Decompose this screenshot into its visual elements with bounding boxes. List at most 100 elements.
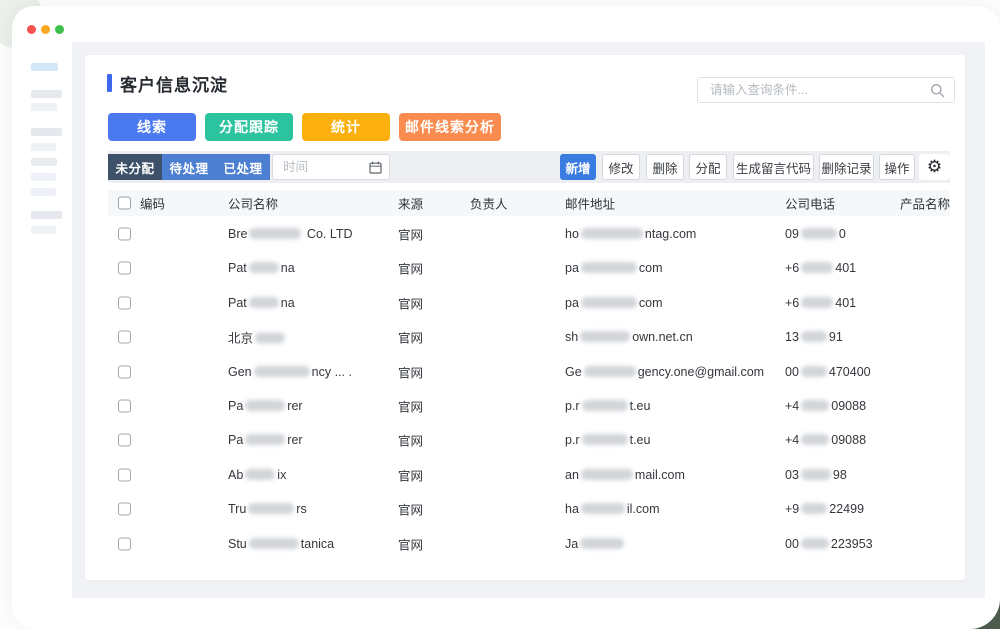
table-row: Abix 官网 anmail.com 0398	[108, 458, 950, 492]
redacted-blur	[245, 469, 275, 480]
redacted-blur	[245, 400, 285, 411]
redacted-blur	[249, 297, 279, 308]
filter-tab-3[interactable]: 已处理	[216, 154, 270, 180]
row-checkbox[interactable]	[118, 537, 131, 550]
column-header: 产品名称	[900, 194, 950, 213]
redacted-blur	[580, 538, 624, 549]
table-row: Trurs 官网 hail.com +922499	[108, 492, 950, 526]
action-button-1[interactable]: 新增	[560, 154, 596, 180]
redacted-blur	[255, 333, 285, 344]
cell-source: 官网	[398, 500, 423, 519]
cell-email: p.rt.eu	[565, 433, 650, 447]
sidebar-skeleton-bar	[31, 90, 62, 98]
search-input[interactable]	[698, 78, 954, 102]
cell-company: 北京	[228, 328, 287, 347]
column-header: 公司电话	[785, 194, 835, 213]
table-row: Bre Co. LTD官网hontag.com090	[108, 217, 950, 251]
cell-email: Ja	[565, 537, 626, 551]
action-button-2[interactable]: 修改	[602, 154, 640, 180]
sidebar-skeleton-bar	[31, 226, 56, 234]
cell-phone: +922499	[785, 502, 864, 516]
redacted-blur	[801, 262, 833, 273]
row-checkbox[interactable]	[118, 296, 131, 309]
row-checkbox[interactable]	[118, 365, 131, 378]
zoom-window-light[interactable]	[55, 25, 64, 34]
redacted-blur	[249, 228, 301, 239]
cell-company: Genncy ... .	[228, 365, 352, 379]
cell-company: Abix	[228, 468, 286, 482]
cell-email: anmail.com	[565, 468, 685, 482]
sidebar-skeleton-bar	[31, 143, 56, 151]
redacted-blur	[801, 400, 829, 411]
title-accent-bar	[107, 74, 112, 92]
redacted-blur	[248, 503, 294, 514]
column-header: 编码	[140, 194, 165, 213]
calendar-icon[interactable]	[369, 161, 382, 174]
redacted-blur	[254, 366, 310, 377]
nav-button-3[interactable]: 统计	[302, 113, 390, 141]
redacted-blur	[801, 366, 827, 377]
cell-email: Gegency.one@gmail.com	[565, 365, 764, 379]
cell-company: Stutanica	[228, 537, 334, 551]
row-checkbox[interactable]	[118, 503, 131, 516]
redacted-blur	[801, 331, 827, 342]
select-all-checkbox[interactable]	[118, 197, 131, 210]
table-row: Stutanica官网Ja00223953	[108, 527, 950, 561]
row-checkbox[interactable]	[118, 468, 131, 481]
action-button-5[interactable]: 生成留言代码	[733, 154, 814, 180]
nav-button-1[interactable]: 线索	[108, 113, 196, 141]
date-filter	[272, 154, 390, 180]
cell-source: 官网	[398, 397, 423, 416]
column-header: 邮件地址	[565, 194, 615, 213]
redacted-blur	[581, 503, 625, 514]
cell-source: 官网	[398, 362, 423, 381]
window-controls	[27, 25, 64, 34]
table-row: Patna官网pacom+6401	[108, 251, 950, 285]
sidebar-skeleton-bar	[31, 128, 62, 136]
cell-source: 官网	[398, 328, 423, 347]
cell-email: hail.com	[565, 502, 660, 516]
cell-source: 官网	[398, 465, 423, 484]
minimize-window-light[interactable]	[41, 25, 50, 34]
action-button-6[interactable]: 删除记录	[819, 154, 874, 180]
sidebar-skeleton-bar	[31, 188, 56, 196]
cell-email: p.rt.eu	[565, 399, 650, 413]
action-button-4[interactable]: 分配	[689, 154, 727, 180]
nav-button-2[interactable]: 分配跟踪	[205, 113, 293, 141]
row-checkbox[interactable]	[118, 228, 131, 241]
search-icon[interactable]	[930, 83, 945, 98]
cell-phone: 00223953	[785, 537, 873, 551]
cell-phone: +409088	[785, 433, 866, 447]
row-checkbox[interactable]	[118, 331, 131, 344]
cell-company: Parer	[228, 399, 303, 413]
row-checkbox[interactable]	[118, 400, 131, 413]
cell-company: Parer	[228, 433, 303, 447]
filter-tab-2[interactable]: 待处理	[162, 154, 216, 180]
row-checkbox[interactable]	[118, 262, 131, 275]
nav-button-4[interactable]: 邮件线索分析	[399, 113, 501, 141]
redacted-blur	[581, 297, 637, 308]
redacted-blur	[581, 228, 643, 239]
filter-tab-1-active[interactable]: 未分配	[108, 154, 162, 180]
cell-phone: +409088	[785, 399, 866, 413]
sidebar-skeleton-bar	[31, 173, 56, 181]
sidebar-skeleton-bar	[31, 158, 57, 166]
redacted-blur	[582, 434, 628, 445]
screenshot-stage: 客户信息沉淀 线索分配跟踪统计邮件线索分析 未分配待处理已处理 新增修改删除分配…	[0, 0, 1000, 629]
sidebar-skeleton-bar	[31, 103, 57, 111]
table-row: Patna官网pacom+6401	[108, 286, 950, 320]
action-button-3[interactable]: 删除	[646, 154, 684, 180]
column-header: 负责人	[470, 194, 508, 213]
cell-company: Trurs	[228, 502, 307, 516]
cell-company: Bre Co. LTD	[228, 227, 353, 241]
row-checkbox[interactable]	[118, 434, 131, 447]
cell-email: hontag.com	[565, 227, 696, 241]
gear-icon[interactable]: ⚙	[919, 154, 950, 180]
action-button-7[interactable]: 操作	[879, 154, 915, 180]
cell-email: pacom	[565, 261, 663, 275]
column-header: 公司名称	[228, 194, 278, 213]
redacted-blur	[249, 538, 299, 549]
cell-phone: 0398	[785, 468, 847, 482]
cell-email: pacom	[565, 296, 663, 310]
close-window-light[interactable]	[27, 25, 36, 34]
